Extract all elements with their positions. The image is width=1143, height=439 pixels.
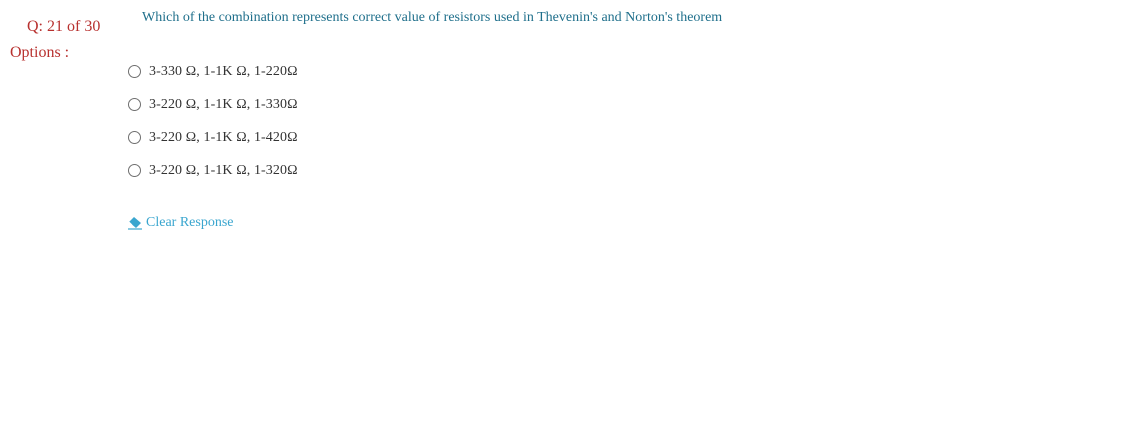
option-1[interactable]: 3-330 Ω, 1-1K Ω, 1-220Ω — [128, 55, 298, 88]
clear-response-button[interactable]: Clear Response — [127, 215, 233, 231]
option-4[interactable]: 3-220 Ω, 1-1K Ω, 1-320Ω — [128, 154, 298, 187]
option-4-label[interactable]: 3-220 Ω, 1-1K Ω, 1-320Ω — [149, 163, 298, 179]
option-1-label[interactable]: 3-330 Ω, 1-1K Ω, 1-220Ω — [149, 64, 298, 80]
question-number: Q: 21 of 30 — [27, 18, 101, 35]
question-text: Which of the combination represents corr… — [142, 10, 723, 25]
option-3[interactable]: 3-220 Ω, 1-1K Ω, 1-420Ω — [128, 121, 298, 154]
option-2-radio[interactable] — [128, 98, 141, 111]
option-2[interactable]: 3-220 Ω, 1-1K Ω, 1-330Ω — [128, 88, 298, 121]
option-1-radio[interactable] — [128, 65, 141, 78]
option-4-radio[interactable] — [128, 164, 141, 177]
option-3-label[interactable]: 3-220 Ω, 1-1K Ω, 1-420Ω — [149, 130, 298, 146]
question-page: Q: 21 of 30 Options : Which of the combi… — [0, 0, 1143, 439]
clear-response-label[interactable]: Clear Response — [146, 215, 233, 231]
option-3-radio[interactable] — [128, 131, 141, 144]
options-label: Options : — [10, 44, 70, 61]
eraser-icon — [127, 216, 143, 230]
options-list: 3-330 Ω, 1-1K Ω, 1-220Ω 3-220 Ω, 1-1K Ω,… — [128, 55, 298, 187]
option-2-label[interactable]: 3-220 Ω, 1-1K Ω, 1-330Ω — [149, 97, 298, 113]
